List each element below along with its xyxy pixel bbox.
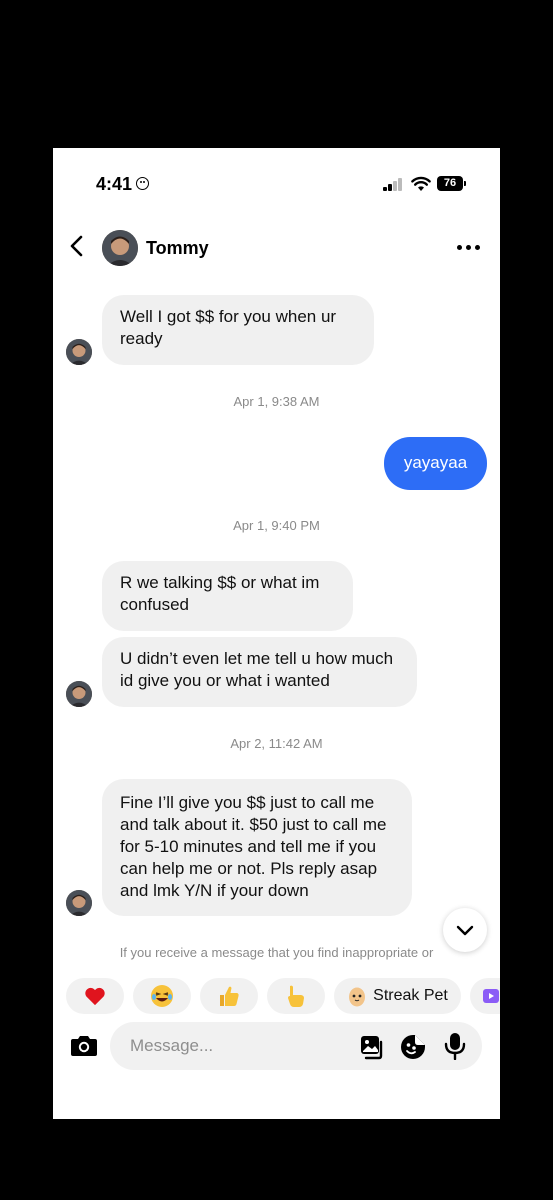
- heart-icon: [85, 987, 105, 1006]
- safety-notice: If you receive a message that you find i…: [119, 945, 434, 960]
- streak-pet-icon: [349, 987, 366, 1007]
- sender-avatar[interactable]: [66, 681, 92, 707]
- pointing-hand-icon: [288, 985, 304, 1007]
- back-chevron-icon[interactable]: [67, 234, 87, 258]
- cellular-signal-icon: [383, 178, 405, 191]
- streak-pet-label: Streak Pet: [373, 987, 448, 1004]
- video-icon: [483, 989, 499, 1003]
- message-incoming[interactable]: U didn’t even let me tell u how much id …: [102, 637, 417, 707]
- more-options-icon[interactable]: [457, 245, 481, 251]
- message-incoming[interactable]: Well I got $$ for you when ur ready: [102, 295, 374, 365]
- chat-screen: 4:41 76 Tommy Well I got $$ for you when…: [53, 148, 500, 1119]
- sticker-icon[interactable]: [400, 1034, 426, 1060]
- contact-name[interactable]: Tommy: [146, 238, 209, 259]
- message-outgoing[interactable]: yayayaa: [384, 437, 487, 490]
- quick-reaction-pointing[interactable]: [267, 978, 325, 1014]
- sender-avatar[interactable]: [66, 890, 92, 916]
- quick-reaction-streak-pet[interactable]: Streak Pet: [334, 978, 461, 1014]
- quick-reaction-thumbs-up[interactable]: [200, 978, 258, 1014]
- camera-icon[interactable]: [69, 1034, 99, 1058]
- microphone-icon[interactable]: [444, 1032, 466, 1060]
- battery-indicator: 76: [437, 176, 463, 191]
- quick-reaction-laughing[interactable]: [133, 978, 191, 1014]
- status-time: 4:41: [96, 174, 133, 194]
- message-timestamp: Apr 1, 9:40 PM: [233, 518, 320, 533]
- wifi-icon: [411, 176, 431, 191]
- contact-avatar[interactable]: [102, 230, 138, 266]
- message-timestamp: Apr 1, 9:38 AM: [233, 394, 320, 409]
- message-incoming[interactable]: R we talking $$ or what im confused: [102, 561, 353, 631]
- smiley-status-icon: [136, 177, 149, 190]
- message-input-placeholder: Message...: [130, 1036, 214, 1055]
- laughing-emoji-icon: [151, 985, 173, 1007]
- thumbs-up-icon: [220, 986, 239, 1006]
- message-incoming[interactable]: Fine I’ll give you $$ just to call me an…: [102, 779, 412, 916]
- quick-reaction-video[interactable]: [470, 978, 500, 1014]
- message-input[interactable]: Message...: [110, 1022, 482, 1070]
- message-timestamp: Apr 2, 11:42 AM: [230, 736, 323, 751]
- gallery-icon[interactable]: [359, 1034, 385, 1060]
- quick-reaction-heart[interactable]: [66, 978, 124, 1014]
- battery-cap: [464, 181, 466, 186]
- sender-avatar[interactable]: [66, 339, 92, 365]
